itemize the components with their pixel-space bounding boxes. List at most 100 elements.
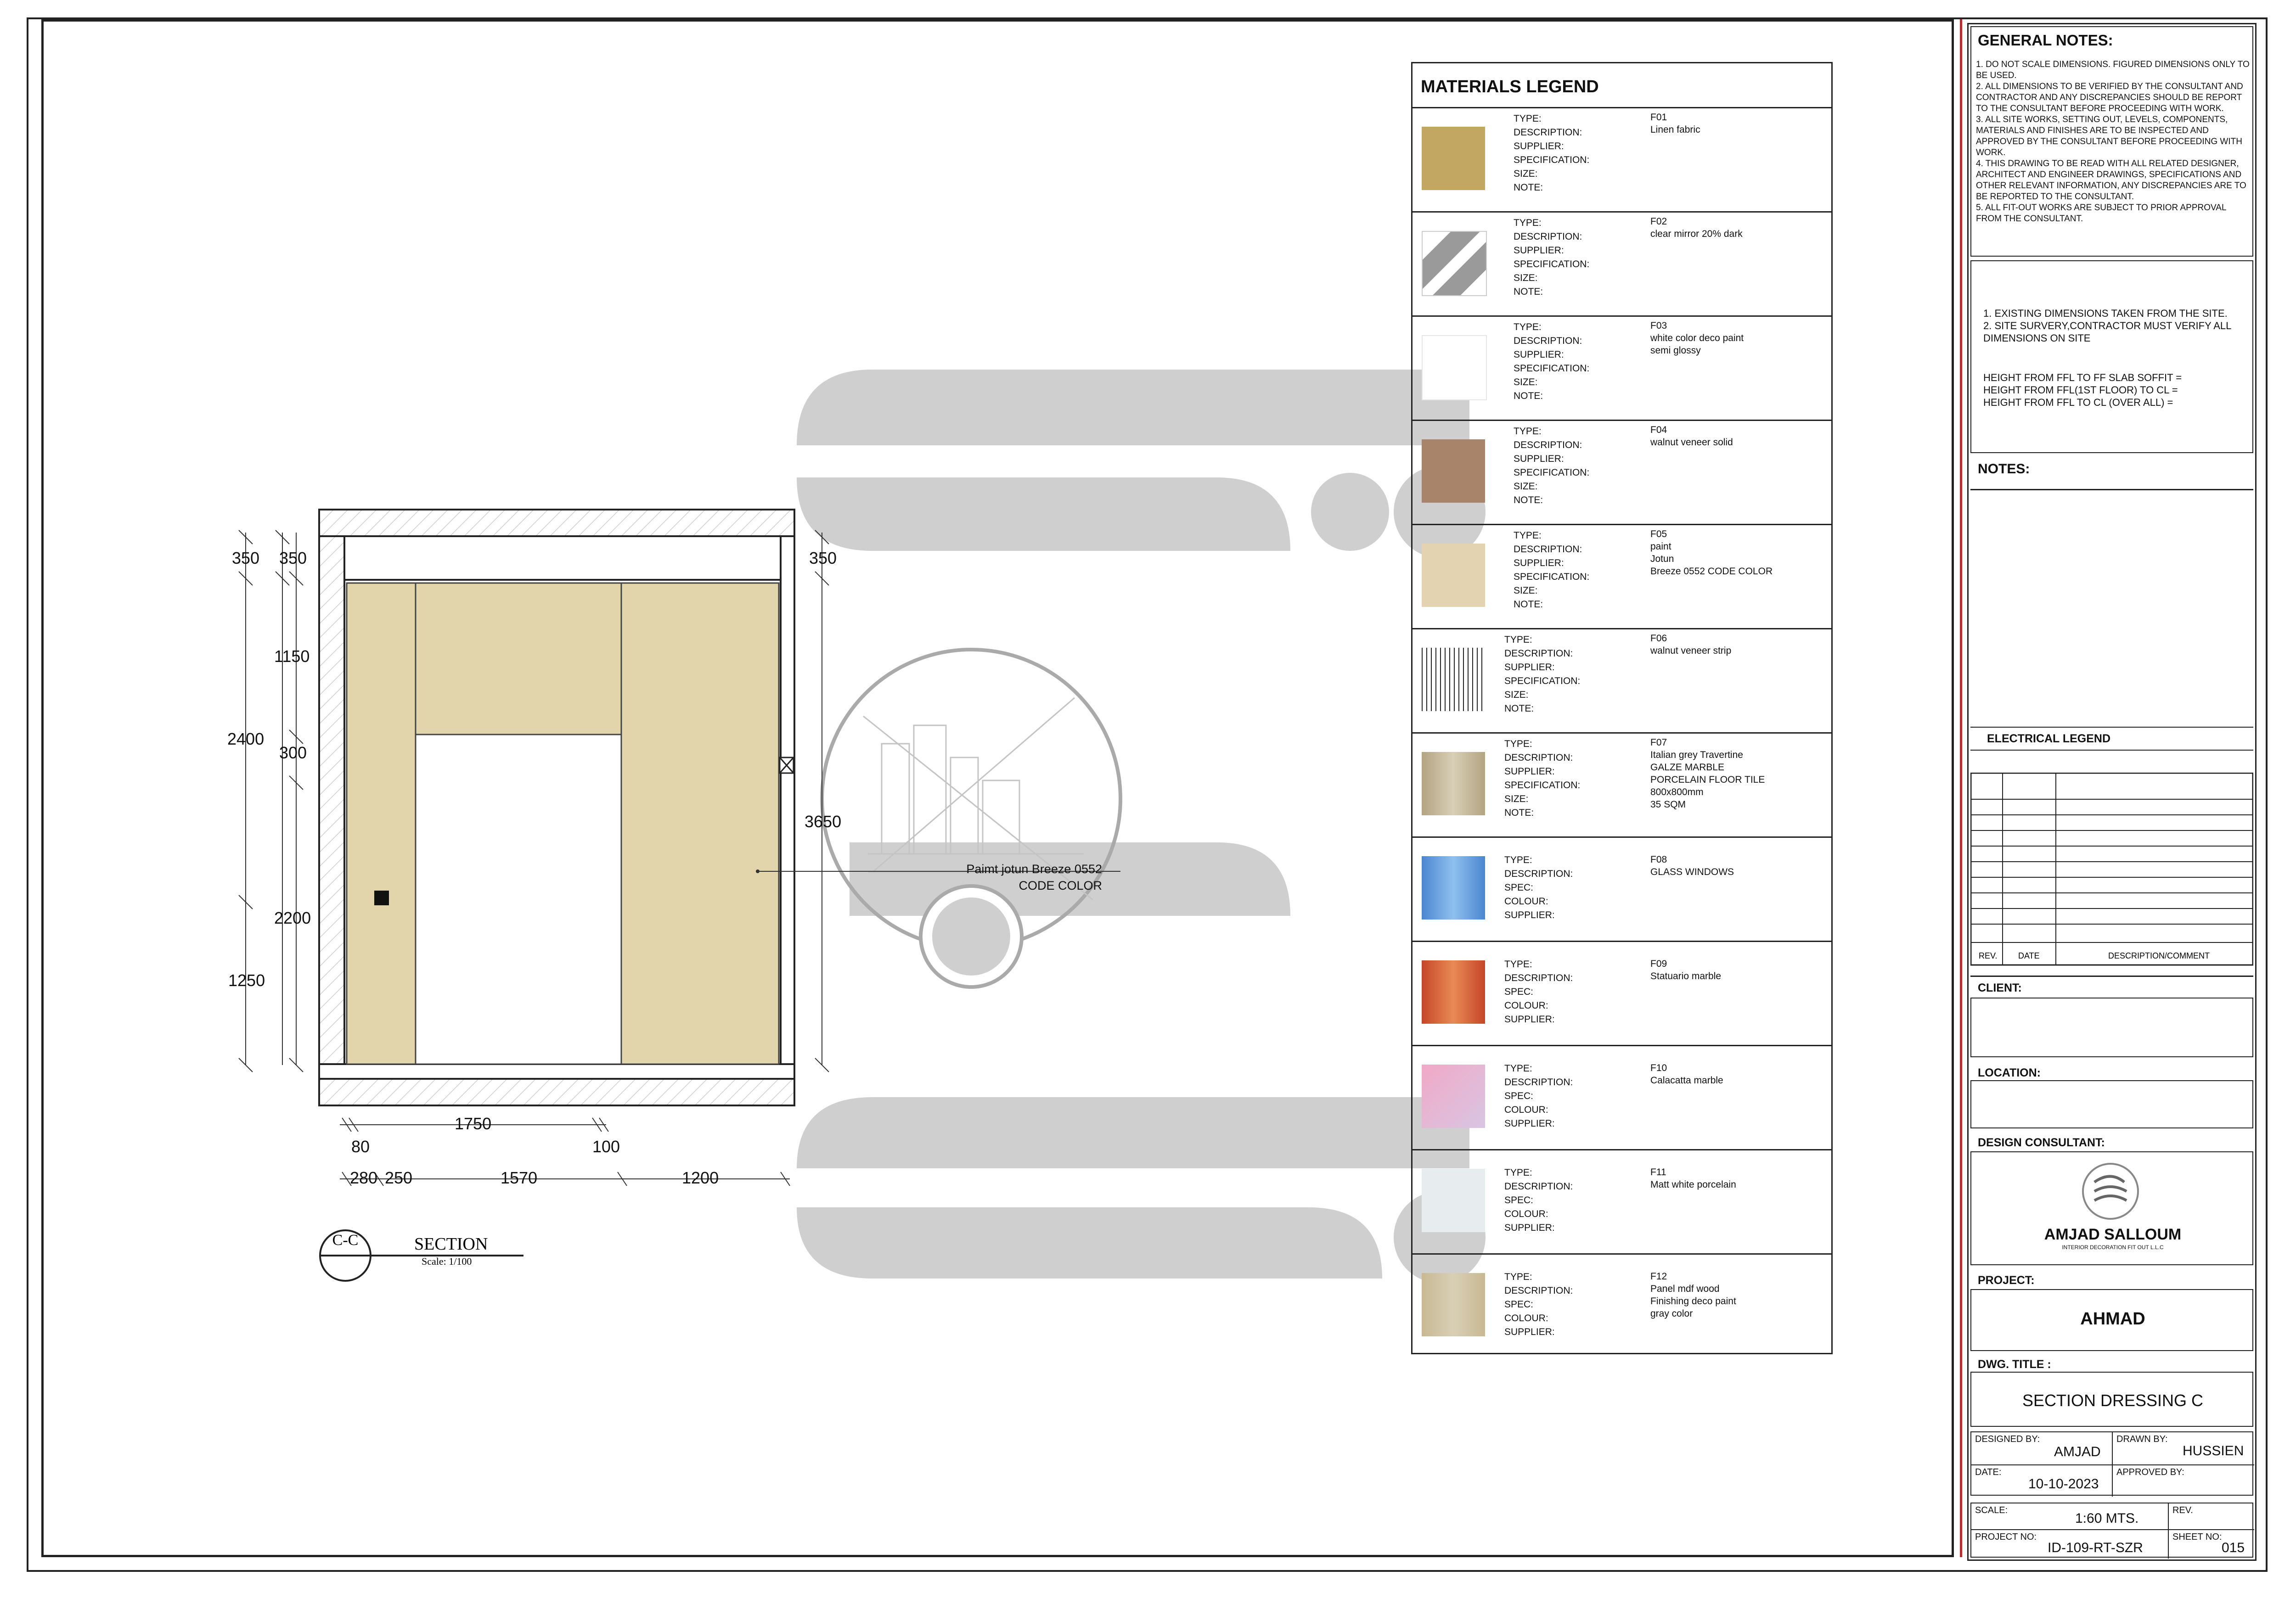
project-info-grid: SCALE: 1:60 MTS. REV. PROJECT NO: ID-109…	[1970, 1503, 2254, 1559]
rev-header-date: DATE	[2018, 951, 2040, 960]
project-label: PROJECT:	[1978, 1274, 2035, 1287]
legend-row: TYPE: DESCRIPTION: SUPPLIER: SPECIFICATI…	[1412, 107, 1831, 212]
bulkhead	[343, 535, 782, 581]
client-top-line	[1970, 976, 2253, 977]
legend-row: TYPE: DESCRIPTION: SPEC: COLOUR: SUPPLIE…	[1412, 1253, 1831, 1358]
legend-field-labels: TYPE: DESCRIPTION: SUPPLIER: SPECIFICATI…	[1514, 113, 1590, 193]
legend-field-values: F05 paint Jotun Breeze 0552 CODE COLOR	[1650, 529, 1773, 577]
materials-legend: MATERIALS LEGEND TYPE: DESCRIPTION: SUPP…	[1411, 62, 1833, 1354]
legend-field-labels: TYPE: DESCRIPTION: SPEC: COLOUR: SUPPLIE…	[1504, 1167, 1573, 1233]
legend-field-values: F04 walnut veneer solid	[1650, 425, 1733, 448]
legend-row: TYPE: DESCRIPTION: SUPPLIER: SPECIFICATI…	[1412, 211, 1831, 316]
legend-row: TYPE: DESCRIPTION: SUPPLIER: SPECIFICATI…	[1412, 732, 1831, 837]
general-notes-title: GENERAL NOTES:	[1978, 32, 2113, 49]
material-swatch	[1422, 439, 1485, 503]
project-box: AHMAD	[1970, 1289, 2253, 1351]
legend-field-labels: TYPE: DESCRIPTION: SUPPLIER: SPECIFICATI…	[1504, 739, 1581, 818]
legend-field-values: F09 Statuario marble	[1650, 959, 1722, 981]
designed-by-value: AMJAD	[2054, 1444, 2101, 1459]
rev-header-rev: REV.	[1979, 951, 1997, 960]
legend-field-labels: TYPE: DESCRIPTION: SPEC: COLOUR: SUPPLIE…	[1504, 1063, 1573, 1129]
designed-by-label: DESIGNED BY:	[1975, 1434, 2040, 1444]
ceiling-slab	[318, 509, 795, 537]
dim-left-2200: 2200	[274, 909, 311, 927]
dim-right-350: 350	[809, 549, 837, 567]
notes-divider	[1970, 489, 2253, 490]
rev-label: REV.	[2172, 1505, 2193, 1515]
scale-label: SCALE:	[1975, 1505, 2008, 1515]
legend-row: TYPE: DESCRIPTION: SPEC: COLOUR: SUPPLIE…	[1412, 1045, 1831, 1150]
site-notes-box: 1. EXISTING DIMENSIONS TAKEN FROM THE SI…	[1970, 260, 2253, 453]
floor-finish	[318, 1063, 795, 1080]
dim-left-350b: 350	[279, 549, 307, 567]
legend-row: TYPE: DESCRIPTION: SUPPLIER: SPECIFICATI…	[1412, 420, 1831, 524]
consultant-subtitle: INTERIOR DECORATION FIT OUT L.L.C	[2062, 1244, 2164, 1251]
legend-field-values: F06 walnut veneer strip	[1650, 633, 1732, 656]
material-swatch	[1422, 231, 1487, 296]
approved-by-label: APPROVED BY:	[2116, 1467, 2184, 1477]
legend-field-values: F07 Italian grey Travertine GALZE MARBLE…	[1650, 737, 1765, 810]
legend-field-values: F11 Matt white porcelain	[1650, 1167, 1736, 1190]
dim-left-1150: 1150	[274, 647, 310, 666]
annotation-text: Paimt jotun Breeze 0552 CODE COLOR	[966, 862, 1102, 892]
drawn-by-label: DRAWN BY:	[2116, 1434, 2168, 1444]
legend-field-values: F03 white color deco paint semi glossy	[1650, 320, 1744, 356]
dim-bottom-280: 280	[350, 1168, 377, 1187]
general-notes-box: GENERAL NOTES: 1. DO NOT SCALE DIMENSION…	[1970, 26, 2253, 257]
legend-row: TYPE: DESCRIPTION: SPEC: COLOUR: SUPPLIE…	[1412, 1149, 1831, 1254]
legend-title: MATERIALS LEGEND	[1421, 77, 1599, 96]
consultant-name: AMJAD SALLOUM	[2044, 1226, 2182, 1243]
legend-field-labels: TYPE: DESCRIPTION: SPEC: COLOUR: SUPPLIE…	[1504, 1272, 1573, 1337]
wardrobe-right-panel	[620, 582, 780, 1065]
drawn-by-value: HUSSIEN	[2183, 1443, 2244, 1458]
notes-title: NOTES:	[1978, 461, 2030, 477]
dim-left-2400: 2400	[227, 729, 264, 748]
section-title: SECTION	[414, 1234, 488, 1254]
material-swatch	[1422, 544, 1485, 607]
general-notes-text: 1. DO NOT SCALE DIMENSIONS. FIGURED DIME…	[1976, 60, 2250, 224]
project-name: AHMAD	[2080, 1309, 2145, 1329]
section-drawing: 350 350 2400 1150 300 2200 1250 350 3650…	[227, 509, 1120, 1282]
legend-field-labels: TYPE: DESCRIPTION: SUPPLIER: SPECIFICATI…	[1504, 634, 1581, 714]
right-wall	[780, 535, 795, 1065]
sheet-no-label: SHEET NO:	[2172, 1532, 2222, 1542]
project-no-label: PROJECT NO:	[1975, 1532, 2037, 1542]
dim-left-300: 300	[279, 743, 307, 762]
wardrobe-left-panel	[346, 582, 416, 1065]
scale-value: 1:60 MTS.	[2075, 1511, 2139, 1526]
legend-field-values: F10 Calacatta marble	[1650, 1063, 1723, 1086]
dim-bottom-1200: 1200	[682, 1168, 719, 1187]
dim-bottom-250: 250	[385, 1168, 412, 1187]
material-swatch	[1422, 960, 1485, 1024]
consultant-label: DESIGN CONSULTANT:	[1978, 1136, 2105, 1149]
consultant-box: AMJAD SALLOUM INTERIOR DECORATION FIT OU…	[1970, 1151, 2253, 1265]
legend-field-labels: TYPE: DESCRIPTION: SUPPLIER: SPECIFICATI…	[1514, 530, 1590, 610]
left-wall	[318, 535, 345, 1065]
material-swatch	[1422, 335, 1487, 400]
dwg-title: SECTION DRESSING C	[2022, 1391, 2204, 1410]
legend-field-values: F08 GLASS WINDOWS	[1650, 854, 1734, 877]
floor-slab	[318, 1078, 795, 1106]
legend-field-values: F02 clear mirror 20% dark	[1650, 216, 1743, 239]
client-box	[1970, 998, 2253, 1057]
title-block: GENERAL NOTES: 1. DO NOT SCALE DIMENSION…	[1967, 23, 2257, 1561]
dim-left-1250: 1250	[228, 971, 265, 990]
project-grid-divider-h	[1971, 1529, 2254, 1530]
legend-field-labels: TYPE: DESCRIPTION: SUPPLIER: SPECIFICATI…	[1514, 218, 1590, 297]
legend-field-values: F12 Panel mdf wood Finishing deco paint …	[1650, 1271, 1736, 1319]
material-swatch	[1422, 648, 1485, 711]
legend-row: TYPE: DESCRIPTION: SUPPLIER: SPECIFICATI…	[1412, 315, 1831, 420]
designer-grid: DESIGNED BY: AMJAD DRAWN BY: HUSSIEN DAT…	[1970, 1431, 2254, 1497]
dim-bottom-100: 100	[592, 1137, 620, 1156]
dim-bottom-1570: 1570	[501, 1168, 537, 1187]
electrical-bottom-line	[1970, 750, 2253, 751]
electrical-legend-title: ELECTRICAL LEGEND	[1987, 732, 2110, 745]
legend-field-labels: TYPE: DESCRIPTION: SPEC: COLOUR: SUPPLIE…	[1504, 959, 1573, 1025]
sheet-no-value: 015	[2222, 1540, 2245, 1555]
client-label: CLIENT:	[1978, 981, 2022, 994]
height-notes-text: HEIGHT FROM FFL TO FF SLAB SOFFIT = HEIG…	[1983, 372, 2182, 408]
dim-left-350a: 350	[232, 549, 259, 567]
material-swatch	[1422, 1169, 1485, 1232]
dwg-title-box: SECTION DRESSING C	[1970, 1372, 2253, 1427]
consultant-logo-icon	[2082, 1163, 2139, 1220]
